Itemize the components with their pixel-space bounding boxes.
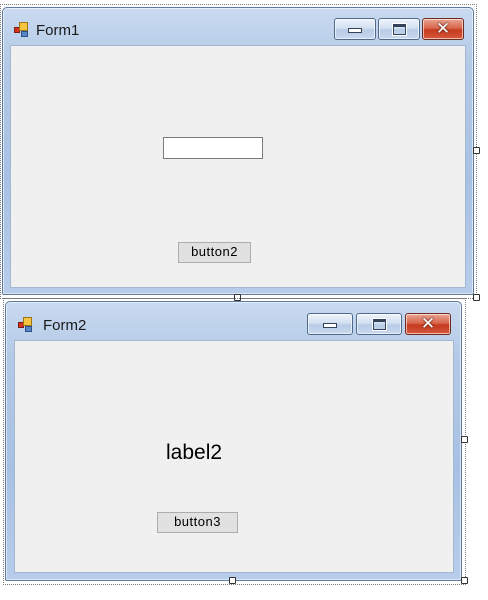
- form1-titlebar[interactable]: Form1 ✕: [3, 8, 473, 44]
- minimize-icon: [348, 28, 362, 33]
- form2-titlebar[interactable]: Form2 ✕: [6, 302, 461, 338]
- form2-resize-handle-corner[interactable]: [461, 577, 468, 584]
- maximize-icon: [372, 318, 386, 330]
- form2-client-area[interactable]: label2 button3: [14, 340, 454, 573]
- form2-minimize-button[interactable]: [307, 313, 353, 335]
- form1-client-area[interactable]: button2: [10, 45, 466, 288]
- minimize-icon: [323, 323, 337, 328]
- form2-window[interactable]: Form2 ✕ label2 button3: [5, 301, 462, 581]
- form1-button2[interactable]: button2: [178, 242, 251, 263]
- form1-window[interactable]: Form1 ✕ button2: [2, 7, 474, 295]
- form2-maximize-button[interactable]: [356, 313, 402, 335]
- form1-close-button[interactable]: ✕: [422, 18, 464, 40]
- form2-resize-handle-bottom[interactable]: [229, 577, 236, 584]
- form1-minimize-button[interactable]: [334, 18, 376, 40]
- form1-textbox[interactable]: [163, 137, 263, 159]
- form2-app-icon: [18, 317, 34, 333]
- form2-close-button[interactable]: ✕: [405, 313, 451, 335]
- form2-button3[interactable]: button3: [157, 512, 238, 533]
- form2-title: Form2: [43, 317, 87, 334]
- form1-maximize-button[interactable]: [378, 18, 420, 40]
- close-icon: ✕: [420, 314, 436, 334]
- close-icon: ✕: [435, 19, 451, 39]
- form1-title: Form1: [36, 22, 80, 39]
- form2-resize-handle-right[interactable]: [461, 436, 468, 443]
- maximize-icon: [392, 23, 406, 35]
- form1-resize-handle-right[interactable]: [473, 147, 480, 154]
- form1-app-icon: [14, 22, 30, 38]
- form1-resize-handle-corner[interactable]: [473, 294, 480, 301]
- form2-label2: label2: [166, 441, 223, 464]
